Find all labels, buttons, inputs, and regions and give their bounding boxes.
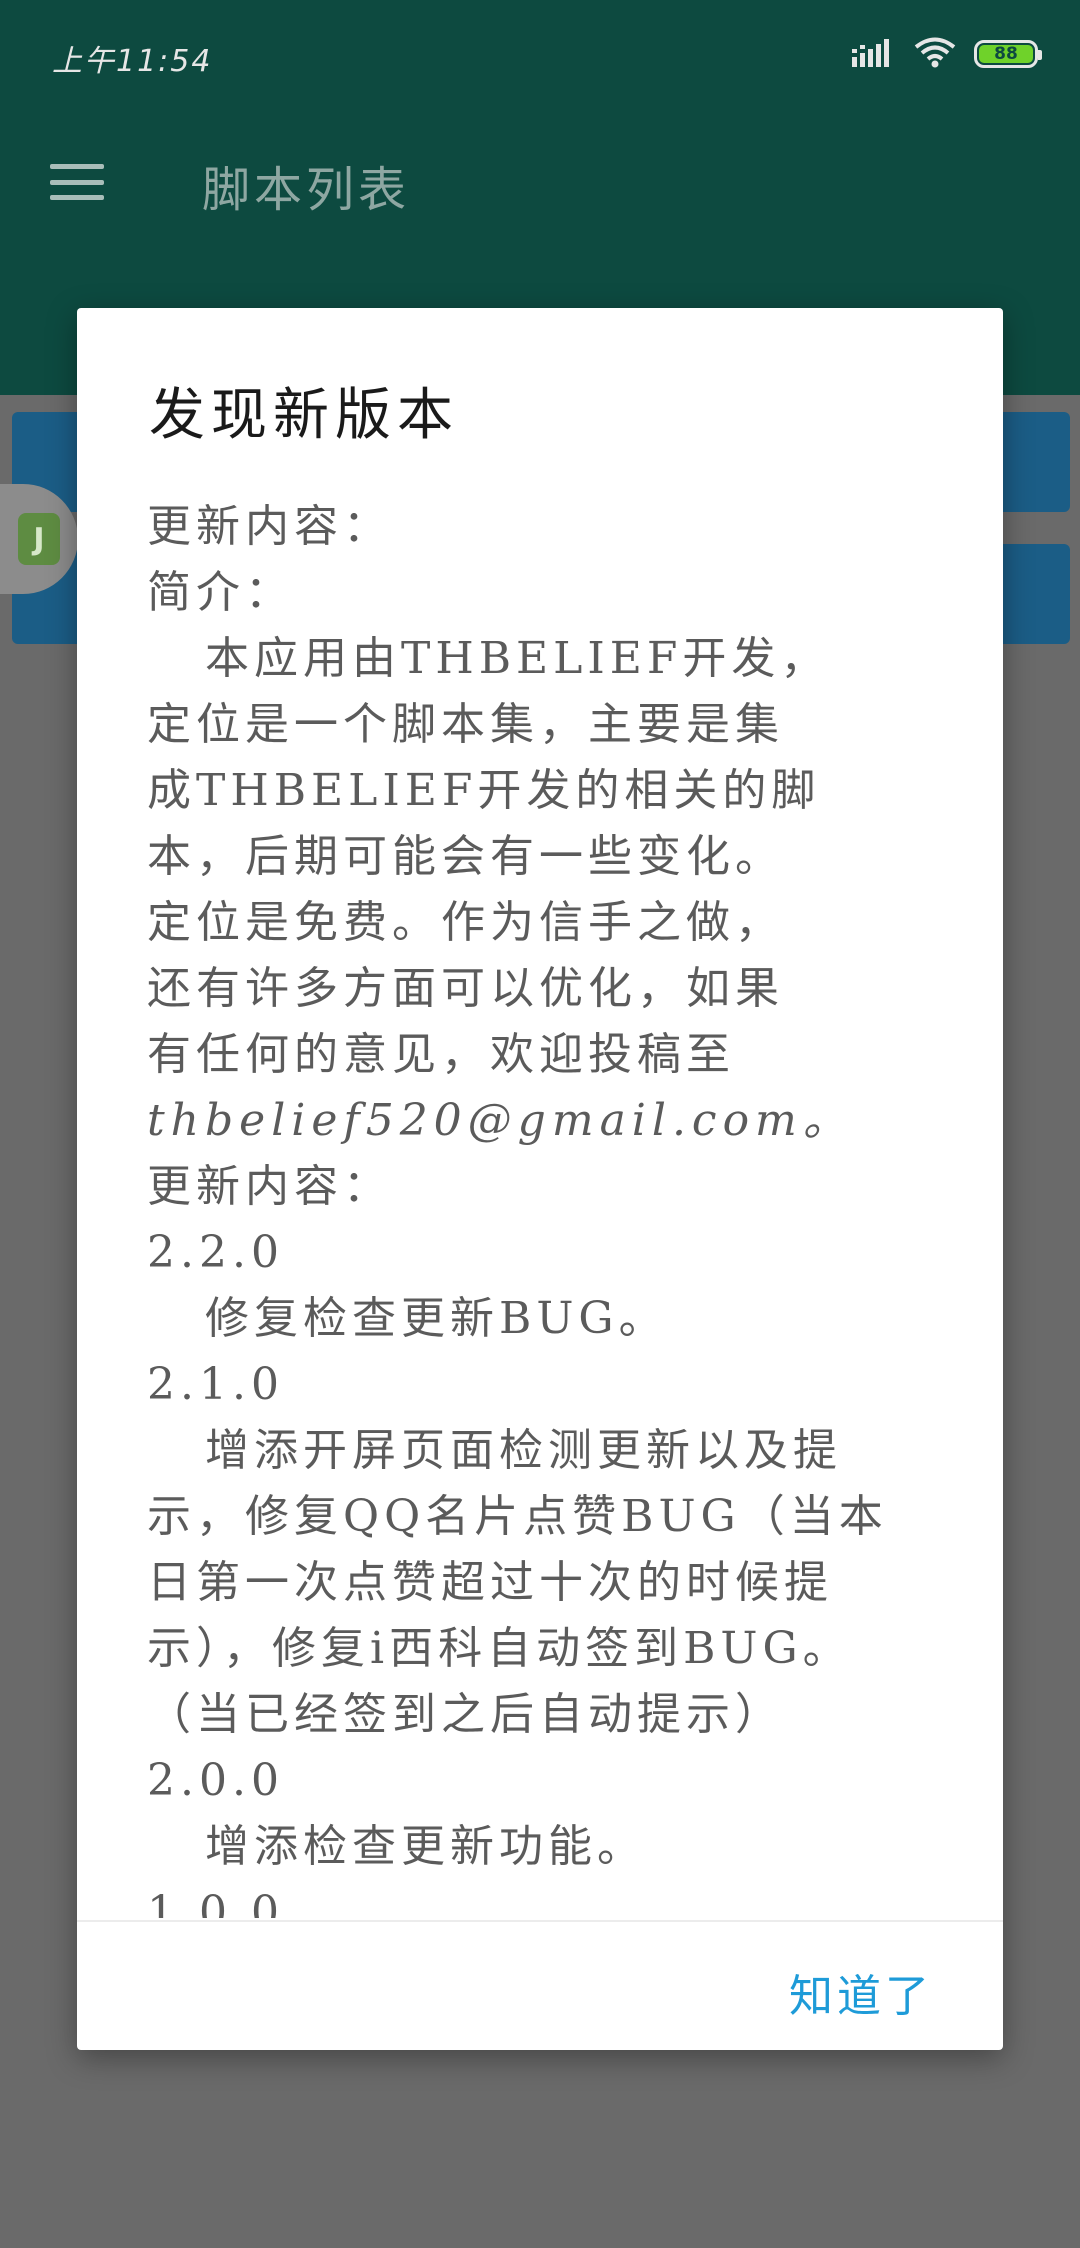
dialog-body-line: 增添开屏页面检测更新以及提 <box>205 1425 842 1476</box>
dialog-body-line: 定位是一个脚本集，主要是集 <box>147 699 784 750</box>
app-title: 脚本列表 <box>202 162 411 218</box>
status-time: 上午11:54 <box>52 44 213 79</box>
dialog-body-line: 示，修复QQ名片点赞BUG（当本 <box>147 1491 888 1542</box>
battery-level: 88 <box>979 44 1033 64</box>
status-icons: 88 <box>852 36 1042 72</box>
dialog-body: 更新内容： 简介： 本应用由THBELIEF开发， 定位是一个脚本集，主要是集 成THB… <box>147 494 987 1918</box>
dialog-body-line: 修复检查更新BUG。 <box>205 1293 668 1344</box>
signal-bars-icon <box>852 37 896 71</box>
dialog-body-line: 成THBELIEF开发的相关的脚 <box>147 765 821 816</box>
dialog-body-line: 2.0.0 <box>147 1755 284 1806</box>
update-dialog: 发现新版本 更新内容： 简介： 本应用由THBELIEF开发， 定位是一个脚本集，主要… <box>77 308 1003 2050</box>
screen: 上午11:54 88 脚本列表 J 发现新版本 更新内容： 简介： 本应用由TH… <box>0 0 1080 2248</box>
dialog-body-line: 还有许多方面可以优化，如果 <box>147 963 784 1014</box>
dialog-body-line: 1.0.0 <box>147 1887 284 1918</box>
acknowledge-button[interactable]: 知道了 <box>789 1960 933 2024</box>
dialog-body-line: 更新内容： <box>147 501 392 552</box>
dialog-body-line: 2.2.0 <box>147 1227 284 1278</box>
dialog-body-line: 2.1.0 <box>147 1359 284 1410</box>
dialog-body-line: 示），修复i西科自动签到BUG。 <box>147 1623 852 1674</box>
dialog-body-line: 日第一次点赞超过十次的时候提 <box>147 1557 833 1608</box>
dialog-body-line: 本，后期可能会有一些变化。 <box>147 831 784 882</box>
wifi-icon <box>914 36 956 72</box>
dialog-body-line: 定位是免费。作为信手之做， <box>147 897 784 948</box>
dialog-divider <box>77 1920 1003 1922</box>
js-file-icon: J <box>18 513 60 565</box>
dialog-body-line: 简介： <box>147 567 294 618</box>
battery-icon: 88 <box>974 40 1042 68</box>
dialog-body-line: thbelief520@gmail.com。 <box>147 1095 853 1146</box>
dialog-body-line: 更新内容： <box>147 1161 392 1212</box>
dialog-body-line: （当已经签到之后自动提示） <box>147 1689 784 1740</box>
dialog-body-line: 本应用由THBELIEF开发， <box>205 633 830 684</box>
dialog-body-line: 增添检查更新功能。 <box>205 1821 646 1872</box>
hamburger-menu-icon[interactable] <box>44 156 110 208</box>
dialog-body-line: 有任何的意见，欢迎投稿至 <box>147 1029 735 1080</box>
dialog-body-viewport[interactable]: 更新内容： 简介： 本应用由THBELIEF开发， 定位是一个脚本集，主要是集 成THB… <box>77 308 1003 1918</box>
status-bar: 上午11:54 88 <box>0 0 1080 110</box>
